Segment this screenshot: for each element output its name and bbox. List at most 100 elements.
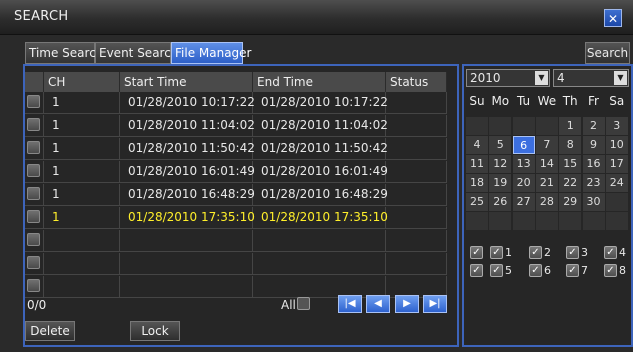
calendar-day[interactable]: 25 [466,193,488,211]
row-select-cell [25,184,44,205]
calendar-day[interactable]: 23 [582,174,605,192]
channel-checkbox-7[interactable]: ✓ 7 [566,262,600,280]
calendar-day[interactable]: 28 [535,193,558,211]
year-select[interactable]: 2010 ▼ [466,69,550,87]
calendar-day[interactable]: 12 [489,155,512,173]
calendar-day[interactable]: 14 [535,155,558,173]
tab-time-search[interactable]: Time Search [25,42,103,64]
checkbox[interactable]: ✓ [490,246,503,259]
row-checkbox[interactable] [27,118,40,131]
row-select-cell [25,207,44,228]
calendar-day[interactable]: 21 [535,174,558,192]
calendar-empty-cell [466,117,488,135]
chevron-down-icon: ▼ [535,71,548,85]
checkbox[interactable]: ✓ [566,246,579,259]
delete-button[interactable]: Delete [25,321,75,341]
calendar-day[interactable]: 22 [559,174,582,192]
lock-button[interactable]: Lock [130,321,180,341]
channel-checkbox-2[interactable]: ✓ 2 [529,244,563,262]
table-row[interactable]: 1 01/28/2010 11:04:02 01/28/2010 11:04:02 [25,115,447,137]
checkbox[interactable]: ✓ [470,264,483,277]
end-time-cell [253,230,386,251]
checkbox[interactable]: ✓ [604,246,617,259]
table-row[interactable]: 1 01/28/2010 10:17:22 01/28/2010 10:17:22 [25,92,447,114]
row-checkbox[interactable] [27,256,40,269]
row-checkbox[interactable] [27,279,40,292]
table-row[interactable]: 1 01/28/2010 17:35:10 01/28/2010 17:35:10 [25,207,447,229]
row-select-cell [25,230,44,251]
calendar-day[interactable]: 7 [535,136,558,154]
next-page-icon[interactable]: ▶ [395,295,419,313]
calendar-day[interactable]: 24 [605,174,628,192]
table-row[interactable]: 1 01/28/2010 11:50:42 01/28/2010 11:50:42 [25,138,447,160]
calendar-day[interactable]: 20 [512,174,535,192]
calendar-empty-cell [605,193,628,211]
channel-checkbox-1[interactable]: ✓ 1 [490,244,524,262]
calendar-day[interactable]: 18 [466,174,488,192]
row-checkbox[interactable] [27,95,40,108]
channel-checkbox-4[interactable]: ✓ 4 [604,244,633,262]
row-checkbox[interactable] [27,141,40,154]
row-checkbox[interactable] [27,233,40,246]
calendar-day[interactable]: 2 [582,117,605,135]
checkbox[interactable]: ✓ [470,246,483,259]
channel-checkbox-8[interactable]: ✓ 8 [604,262,633,280]
prev-page-icon[interactable]: ◀ [366,295,390,313]
calendar-day[interactable]: 9 [582,136,605,154]
checkbox[interactable]: ✓ [566,264,579,277]
calendar-day[interactable]: 1 [559,117,582,135]
calendar-day[interactable]: 16 [582,155,605,173]
checkbox[interactable]: ✓ [604,264,617,277]
table-row[interactable] [25,230,447,252]
calendar-day[interactable]: 3 [605,117,628,135]
calendar-day[interactable]: 29 [559,193,582,211]
calendar-day[interactable]: 8 [559,136,582,154]
calendar-day[interactable]: 5 [489,136,512,154]
table-row[interactable]: 1 01/28/2010 16:48:29 01/28/2010 16:48:29 [25,184,447,206]
calendar-empty-cell [489,117,512,135]
checkbox[interactable]: ✓ [490,264,503,277]
ch-cell [44,276,120,297]
channel-checkbox-3[interactable]: ✓ 3 [566,244,600,262]
calendar-day[interactable]: 27 [512,193,535,211]
search-button[interactable]: Search [585,42,630,64]
column-header-status: Status [386,72,447,92]
calendar-day[interactable]: 15 [559,155,582,173]
calendar-day[interactable]: 4 [466,136,488,154]
start-time-cell: 01/28/2010 17:35:10 [120,207,255,228]
calendar-empty-cell [535,212,558,230]
start-time-cell [120,276,253,297]
close-icon[interactable]: ✕ [604,9,622,27]
tab-event-search[interactable]: Event Search [95,42,178,64]
calendar-day[interactable]: 10 [605,136,628,154]
tab-file-manager[interactable]: File Manager [171,42,252,64]
ch-cell [44,230,120,251]
calendar-day[interactable]: 26 [489,193,512,211]
title-bar: SEARCH ✕ [0,0,633,35]
calendar-day[interactable]: 13 [512,155,535,173]
table-row[interactable] [25,253,447,275]
calendar-day[interactable]: 19 [489,174,512,192]
checkbox[interactable]: ✓ [529,246,542,259]
calendar-day[interactable]: 11 [466,155,488,173]
last-page-icon[interactable]: ▶| [423,295,447,313]
checkbox[interactable]: ✓ [529,264,542,277]
row-checkbox[interactable] [27,164,40,177]
month-select[interactable]: 4 ▼ [553,69,629,87]
channel-checkbox-5[interactable]: ✓ 5 [490,262,524,280]
table-row[interactable]: 1 01/28/2010 16:01:49 01/28/2010 16:01:49 [25,161,447,183]
first-page-icon[interactable]: |◀ [338,295,362,313]
row-checkbox[interactable] [27,187,40,200]
weekday-label: Tu [517,94,531,108]
calendar-day[interactable]: 17 [605,155,628,173]
ch-cell: 1 [44,138,120,159]
calendar-day[interactable]: 30 [582,193,605,211]
select-all-checkbox[interactable] [297,297,310,310]
row-checkbox[interactable] [27,210,40,223]
channel-label: 6 [544,264,551,277]
channel-checkbox-6[interactable]: ✓ 6 [529,262,563,280]
ch-cell: 1 [44,207,120,228]
calendar-day[interactable]: 6 [512,136,535,154]
weekday-label: Su [469,94,485,108]
channel-label: 8 [619,264,626,277]
